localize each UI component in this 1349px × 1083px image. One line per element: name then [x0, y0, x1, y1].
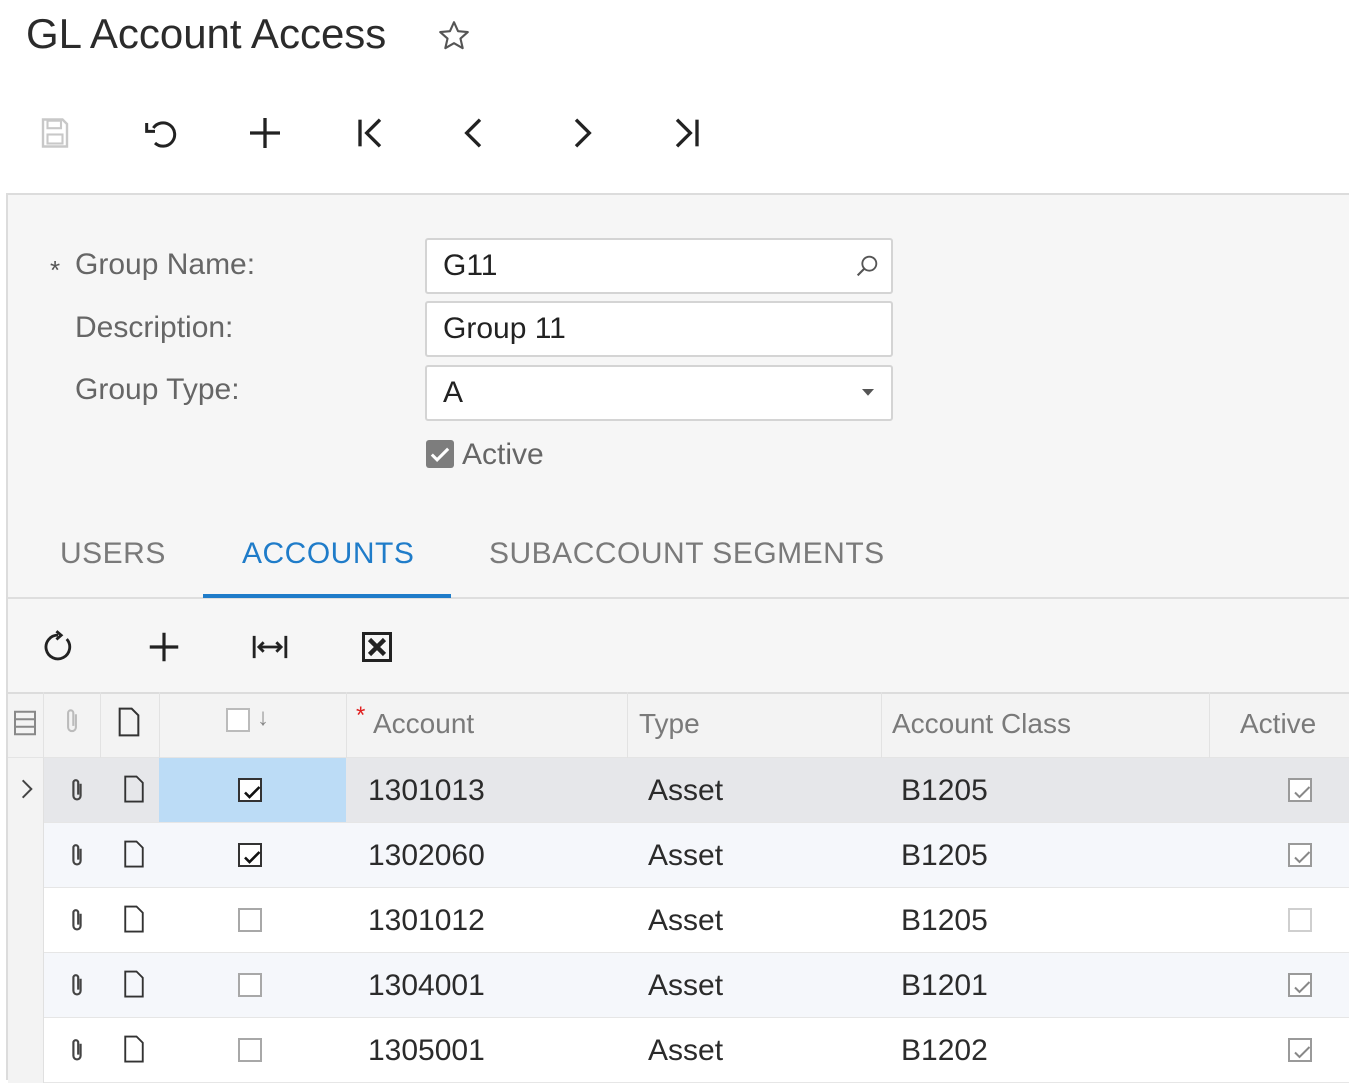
note-icon[interactable]	[121, 774, 147, 804]
sort-arrow-icon[interactable]: ↓	[257, 704, 269, 732]
account-class-cell[interactable]: B1201	[901, 969, 988, 1003]
table-row[interactable]: 1304001 Asset B1201	[8, 953, 1349, 1018]
type-cell[interactable]: Asset	[648, 774, 723, 808]
select-all-checkbox[interactable]	[226, 708, 250, 732]
last-record-icon	[667, 113, 707, 153]
type-cell[interactable]: Asset	[648, 839, 723, 873]
column-header-type[interactable]: Type	[639, 708, 700, 740]
page-title: GL Account Access	[26, 10, 387, 57]
row-selector[interactable]	[8, 823, 44, 888]
first-record-button[interactable]	[345, 108, 395, 158]
row-select-checkbox[interactable]	[238, 1038, 262, 1062]
previous-button[interactable]	[450, 108, 500, 158]
note-icon[interactable]	[121, 969, 147, 999]
fit-columns-icon	[249, 628, 291, 666]
attachment-header-icon	[59, 706, 85, 738]
note-icon[interactable]	[121, 839, 147, 869]
column-header-active[interactable]: Active	[1240, 708, 1316, 740]
first-record-icon	[350, 113, 390, 153]
account-class-cell[interactable]: B1205	[901, 904, 988, 938]
description-label: Description:	[75, 311, 234, 344]
note-header-icon	[115, 706, 143, 738]
account-cell[interactable]: 1301013	[368, 774, 485, 808]
attachment-icon[interactable]	[65, 971, 89, 1001]
row-active-checkbox[interactable]	[1288, 1038, 1312, 1062]
note-icon[interactable]	[121, 1034, 147, 1064]
row-active-checkbox[interactable]	[1288, 778, 1312, 802]
description-field[interactable]: Group 11	[425, 301, 893, 357]
account-cell[interactable]: 1302060	[368, 839, 485, 873]
active-checkbox[interactable]	[426, 440, 454, 468]
account-cell[interactable]: 1304001	[368, 969, 485, 1003]
active-tab-indicator	[203, 594, 451, 598]
row-select-checkbox[interactable]	[238, 973, 262, 997]
row-active-checkbox[interactable]	[1288, 908, 1312, 932]
fit-columns-button[interactable]	[245, 622, 295, 672]
chevron-right-icon	[16, 776, 38, 802]
row-select-checkbox[interactable]	[238, 908, 262, 932]
tab-users[interactable]: USERS	[60, 537, 166, 571]
note-icon[interactable]	[121, 904, 147, 934]
table-row[interactable]: 1302060 Asset B1205	[8, 823, 1349, 888]
table-row[interactable]: 1305001 Asset B1202	[8, 1018, 1349, 1083]
account-class-cell[interactable]: B1205	[901, 839, 988, 873]
group-name-field[interactable]: G11	[425, 238, 893, 294]
group-name-label: Group Name:	[75, 248, 256, 281]
group-name-value: G11	[443, 249, 498, 282]
required-marker: *	[50, 255, 61, 285]
account-cell[interactable]: 1305001	[368, 1034, 485, 1068]
export-excel-icon	[359, 629, 395, 665]
attachment-icon[interactable]	[65, 1036, 89, 1066]
save-icon	[37, 115, 73, 151]
group-type-select[interactable]: A	[425, 365, 893, 421]
column-header-account-class[interactable]: Account Class	[892, 708, 1071, 740]
row-select-checkbox[interactable]	[238, 843, 262, 867]
star-outline-icon[interactable]	[436, 18, 472, 54]
accounts-grid: ↓ * Account Type Account Class Active 13…	[8, 692, 1349, 1083]
row-selector[interactable]	[8, 953, 44, 1018]
row-selector[interactable]	[8, 888, 44, 953]
row-selector[interactable]	[8, 1018, 44, 1083]
table-row[interactable]: 1301012 Asset B1205	[8, 888, 1349, 953]
row-selector-header-icon	[12, 708, 38, 738]
save-button[interactable]	[30, 108, 80, 158]
chevron-down-icon	[859, 383, 877, 401]
type-cell[interactable]: Asset	[648, 969, 723, 1003]
tab-accounts[interactable]: ACCOUNTS	[242, 537, 414, 571]
attachment-icon[interactable]	[65, 841, 89, 871]
row-active-checkbox[interactable]	[1288, 973, 1312, 997]
column-header-account[interactable]: Account	[373, 708, 474, 740]
account-required-marker: *	[356, 702, 366, 729]
account-cell[interactable]: 1301012	[368, 904, 485, 938]
undo-button[interactable]	[135, 108, 185, 158]
add-row-icon	[145, 628, 183, 666]
add-button[interactable]	[240, 108, 290, 158]
row-select-checkbox[interactable]	[238, 778, 262, 802]
group-type-value: A	[443, 376, 464, 409]
add-row-button[interactable]	[139, 622, 189, 672]
account-class-cell[interactable]: B1202	[901, 1034, 988, 1068]
tab-subaccount-segments[interactable]: SUBACCOUNT SEGMENTS	[489, 537, 885, 571]
group-type-label: Group Type:	[75, 373, 240, 406]
table-row[interactable]: 1301013 Asset B1205	[8, 758, 1349, 823]
description-value: Group 11	[443, 312, 566, 345]
next-button[interactable]	[556, 108, 606, 158]
attachment-icon[interactable]	[65, 776, 89, 806]
row-active-checkbox[interactable]	[1288, 843, 1312, 867]
type-cell[interactable]: Asset	[648, 904, 723, 938]
refresh-button[interactable]	[33, 622, 83, 672]
active-label: Active	[462, 438, 544, 471]
type-cell[interactable]: Asset	[648, 1034, 723, 1068]
attachment-icon[interactable]	[65, 906, 89, 936]
add-icon	[245, 113, 285, 153]
account-class-cell[interactable]: B1205	[901, 774, 988, 808]
undo-icon	[140, 113, 180, 153]
previous-icon	[455, 113, 495, 153]
next-icon	[561, 113, 601, 153]
refresh-icon	[39, 628, 77, 666]
export-excel-button[interactable]	[352, 622, 402, 672]
last-record-button[interactable]	[662, 108, 712, 158]
search-icon[interactable]	[853, 252, 881, 280]
